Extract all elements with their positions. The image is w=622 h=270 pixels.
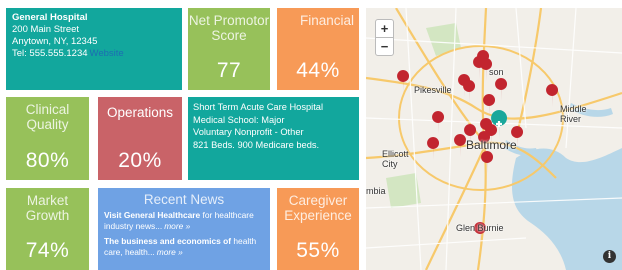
hospital-name: General Hospital <box>12 12 88 23</box>
operations-label: Operations <box>106 105 174 120</box>
market-growth-label: Market Growth <box>25 193 70 223</box>
zoom-in-button[interactable]: + <box>375 19 394 38</box>
news-item[interactable]: Visit General Healthcare for healthcare … <box>104 210 264 231</box>
news-item[interactable]: The business and economics of health car… <box>104 236 264 257</box>
news-title: Recent News <box>143 192 225 207</box>
more-link[interactable]: more » <box>157 247 183 257</box>
map-marker[interactable] <box>432 111 445 134</box>
caregiver-experience-label: Caregiver Experience <box>284 193 352 223</box>
clinical-quality-tile[interactable]: Clinical Quality 80% <box>6 97 89 180</box>
financial-label: Financial <box>299 13 354 28</box>
caregiver-experience-value: 55% <box>296 239 340 262</box>
news-item-headline[interactable]: Visit General Healthcare <box>104 210 200 220</box>
hospital-details-tile: Short Term Acute Care Hospital Medical S… <box>188 97 359 180</box>
info-icon[interactable]: i <box>603 250 616 263</box>
clinical-quality-value: 80% <box>25 149 70 172</box>
caregiver-experience-tile[interactable]: Caregiver Experience 55% <box>277 188 359 270</box>
clinical-quality-label: Clinical Quality <box>25 102 70 132</box>
hospital-phone: Tel: 555.555.1234 <box>12 48 88 59</box>
hospital-type: Short Term Acute Care Hospital <box>193 102 324 112</box>
map-marker[interactable] <box>427 137 440 160</box>
financial-value: 44% <box>296 59 340 82</box>
hospital-info-tile: General Hospital 200 Main Street Anytown… <box>6 8 182 90</box>
place-label-towson: son <box>489 67 504 77</box>
news-item-headline[interactable]: The business and economics of <box>104 236 231 246</box>
place-label-middle-river: Middle River <box>560 104 587 124</box>
place-label-ellicott-city: Ellicott City <box>382 149 409 169</box>
place-label-baltimore: Baltimore <box>466 138 517 152</box>
map-marker[interactable] <box>463 80 476 103</box>
financial-tile[interactable]: Financial 44% <box>277 8 359 90</box>
hospital-address-line1: 200 Main Street <box>12 24 80 35</box>
nps-value: 77 <box>216 59 242 82</box>
hospital-map[interactable]: + − Pikesville son Middle River Ellicott… <box>366 8 622 270</box>
hospital-address-line2: Anytown, NY, 12345 <box>12 36 98 47</box>
place-label-columbia: mbia <box>366 186 386 196</box>
nps-label: Net Promotor Score <box>188 13 270 43</box>
bed-count: 821 Beds. 900 Medicare beds. <box>193 139 320 150</box>
website-link[interactable]: Website <box>90 48 124 59</box>
place-label-pikesville: Pikesville <box>414 85 452 95</box>
more-link[interactable]: more » <box>164 221 190 231</box>
place-label-glen-burnie: Glen Burnie <box>456 223 504 233</box>
market-growth-value: 74% <box>25 239 70 262</box>
medical-school: Medical School: Major <box>193 114 285 125</box>
map-marker[interactable] <box>481 151 494 174</box>
map-marker[interactable] <box>495 78 508 101</box>
operations-value: 20% <box>118 149 162 172</box>
map-marker[interactable] <box>546 84 559 107</box>
ownership: Voluntary Nonprofit - Other <box>193 127 304 137</box>
market-growth-tile[interactable]: Market Growth 74% <box>6 188 89 270</box>
recent-news-tile: Recent News Visit General Healthcare for… <box>98 188 270 270</box>
nps-tile[interactable]: Net Promotor Score 77 <box>188 8 270 90</box>
zoom-out-button[interactable]: − <box>375 37 394 56</box>
operations-tile[interactable]: Operations 20% <box>98 97 182 180</box>
